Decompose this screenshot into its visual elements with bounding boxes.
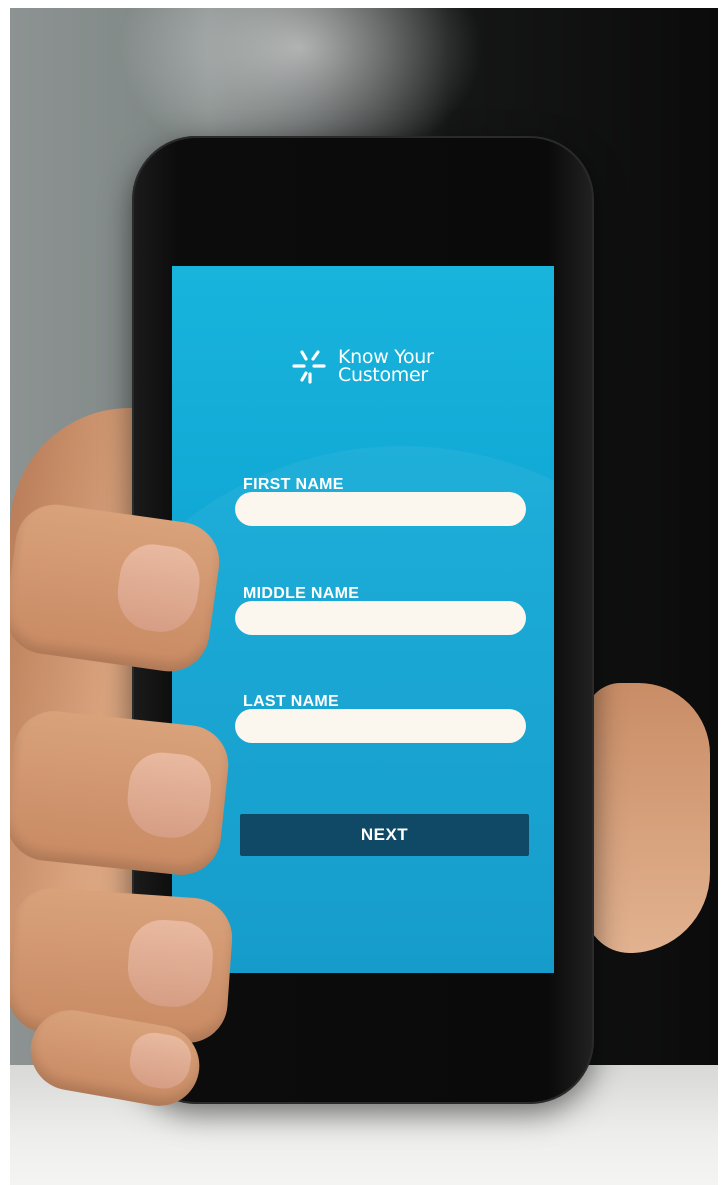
asterisk-burst-icon — [292, 350, 326, 384]
first-name-input[interactable] — [235, 492, 526, 526]
app-name: Know Your Customer — [338, 348, 434, 386]
photo-background: Know Your Customer FIRST NAME MIDDLE NAM… — [10, 8, 718, 1185]
app-logo: Know Your Customer — [290, 346, 434, 386]
phone-screen: Know Your Customer FIRST NAME MIDDLE NAM… — [172, 266, 554, 973]
fingernail — [123, 749, 215, 842]
middle-name-input[interactable] — [235, 601, 526, 635]
fingernail — [112, 540, 204, 637]
next-button[interactable]: NEXT — [240, 814, 529, 856]
fingernail — [125, 1029, 195, 1093]
thumb — [585, 683, 710, 953]
last-name-input[interactable] — [235, 709, 526, 743]
fingernail — [125, 917, 216, 1010]
finger-middle — [10, 707, 233, 879]
finger-index — [10, 499, 225, 677]
app-name-line2: Customer — [338, 364, 428, 386]
